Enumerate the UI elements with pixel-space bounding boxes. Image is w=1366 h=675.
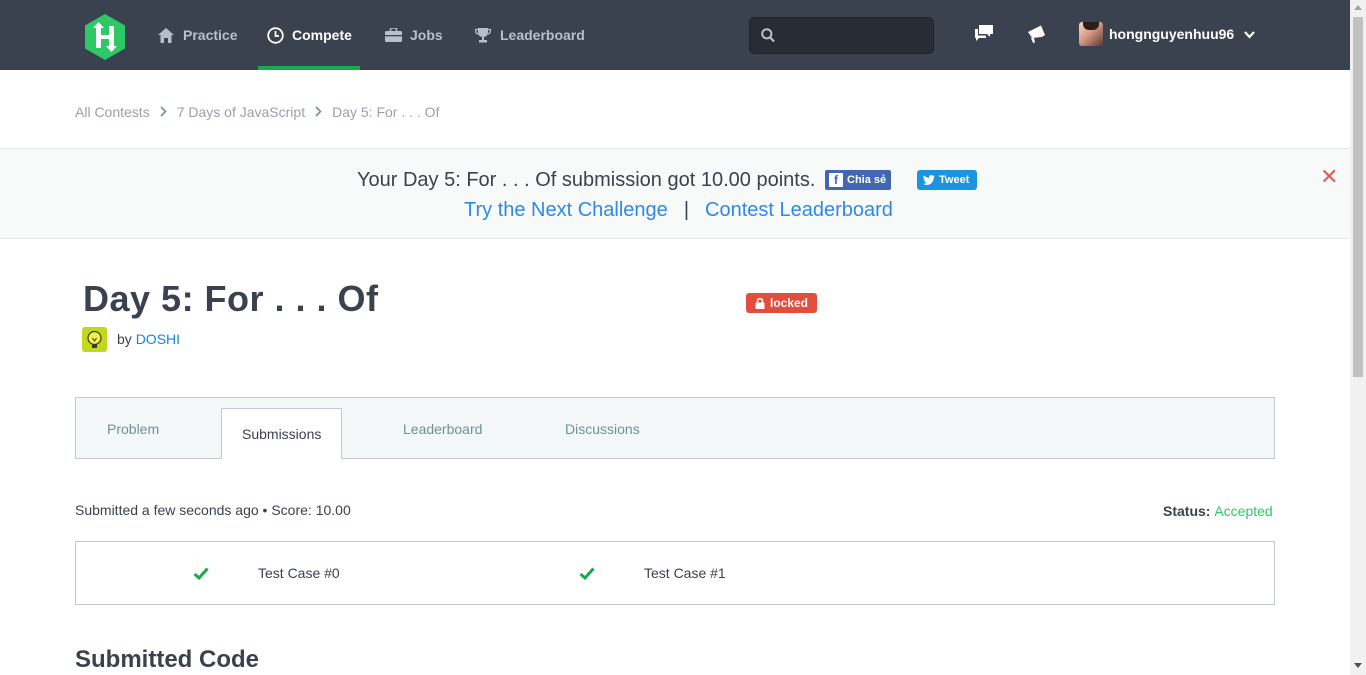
search-input[interactable]	[749, 17, 934, 54]
tweet-label: Tweet	[939, 174, 970, 186]
nav-leaderboard-label: Leaderboard	[500, 27, 585, 43]
submission-summary: Submitted a few seconds ago • Score: 10.…	[75, 502, 351, 518]
challenge-tabs: Problem Submissions Leaderboard Discussi…	[75, 397, 1275, 459]
breadcrumb: All Contests 7 Days of JavaScript Day 5:…	[75, 104, 439, 120]
test-case-0[interactable]: Test Case #0	[193, 542, 340, 604]
twitter-icon	[923, 175, 935, 185]
chevron-down-icon	[1244, 26, 1256, 42]
close-icon[interactable]: ✕	[1320, 164, 1338, 190]
facebook-icon: f	[829, 173, 843, 187]
clock-icon	[266, 26, 284, 44]
page-title: Day 5: For . . . Of	[83, 278, 379, 319]
locked-badge: locked	[746, 293, 817, 313]
scrollbar-thumb[interactable]	[1353, 17, 1363, 377]
contest-leaderboard-link[interactable]: Contest Leaderboard	[705, 199, 893, 222]
author-line: by DOSHI	[117, 331, 180, 347]
nav-practice[interactable]: Practice	[157, 0, 237, 70]
avatar	[1079, 22, 1103, 46]
nav-compete-label: Compete	[292, 27, 352, 43]
announcement-icon[interactable]	[1026, 24, 1046, 44]
banner-links: Try the Next Challenge | Contest Leaderb…	[464, 199, 893, 222]
home-icon	[157, 26, 175, 44]
briefcase-icon	[384, 26, 402, 44]
page-scrollbar[interactable]	[1350, 0, 1366, 675]
tweet-button[interactable]: Tweet	[917, 170, 977, 190]
top-nav: Practice Compete Jobs Leaderboard hongng…	[0, 0, 1350, 70]
author-avatar[interactable]	[82, 327, 107, 352]
chevron-right-icon	[160, 105, 167, 120]
status-label: Status:	[1163, 503, 1211, 519]
tab-leaderboard[interactable]: Leaderboard	[403, 398, 482, 459]
link-divider: |	[683, 199, 690, 221]
submission-banner: Your Day 5: For . . . Of submission got …	[0, 148, 1350, 239]
lock-icon	[755, 297, 765, 309]
locked-label: locked	[769, 296, 808, 310]
status-value: Accepted	[1214, 503, 1273, 519]
chevron-right-icon	[315, 105, 322, 120]
next-challenge-link[interactable]: Try the Next Challenge	[464, 199, 668, 222]
banner-message: Your Day 5: For . . . Of submission got …	[357, 169, 816, 191]
author-link[interactable]: DOSHI	[136, 331, 180, 347]
status-badge: Status: Accepted	[1163, 503, 1273, 519]
facebook-share-button[interactable]: f Chia sẻ	[825, 170, 891, 190]
scroll-up-icon[interactable]	[1354, 5, 1362, 10]
test-case-label: Test Case #1	[644, 565, 726, 581]
submitted-code-heading: Submitted Code	[75, 646, 259, 673]
breadcrumb-contest[interactable]: 7 Days of JavaScript	[177, 104, 305, 120]
tab-discussions[interactable]: Discussions	[565, 398, 640, 459]
search-icon	[761, 28, 775, 43]
nav-practice-label: Practice	[183, 27, 238, 43]
test-case-label: Test Case #0	[258, 565, 340, 581]
messages-icon[interactable]	[974, 24, 994, 44]
nav-jobs[interactable]: Jobs	[384, 0, 443, 70]
test-case-1[interactable]: Test Case #1	[579, 542, 726, 604]
nav-leaderboard[interactable]: Leaderboard	[474, 0, 585, 70]
author-by: by	[117, 331, 132, 347]
tab-submissions[interactable]: Submissions	[221, 408, 343, 459]
user-menu[interactable]: hongnguyenhuu96	[1079, 20, 1256, 48]
breadcrumb-all-contests[interactable]: All Contests	[75, 104, 150, 120]
check-icon	[193, 565, 209, 581]
hackerrank-logo[interactable]	[83, 13, 127, 61]
tab-problem[interactable]: Problem	[107, 398, 159, 459]
nav-jobs-label: Jobs	[410, 27, 443, 43]
breadcrumb-challenge[interactable]: Day 5: For . . . Of	[332, 104, 439, 120]
facebook-share-label: Chia sẻ	[847, 174, 887, 186]
scroll-down-icon[interactable]	[1354, 663, 1362, 668]
trophy-icon	[474, 26, 492, 44]
username: hongnguyenhuu96	[1109, 26, 1235, 42]
check-icon	[579, 565, 595, 581]
nav-compete[interactable]: Compete	[258, 0, 360, 70]
test-cases: Test Case #0 Test Case #1	[75, 541, 1275, 605]
